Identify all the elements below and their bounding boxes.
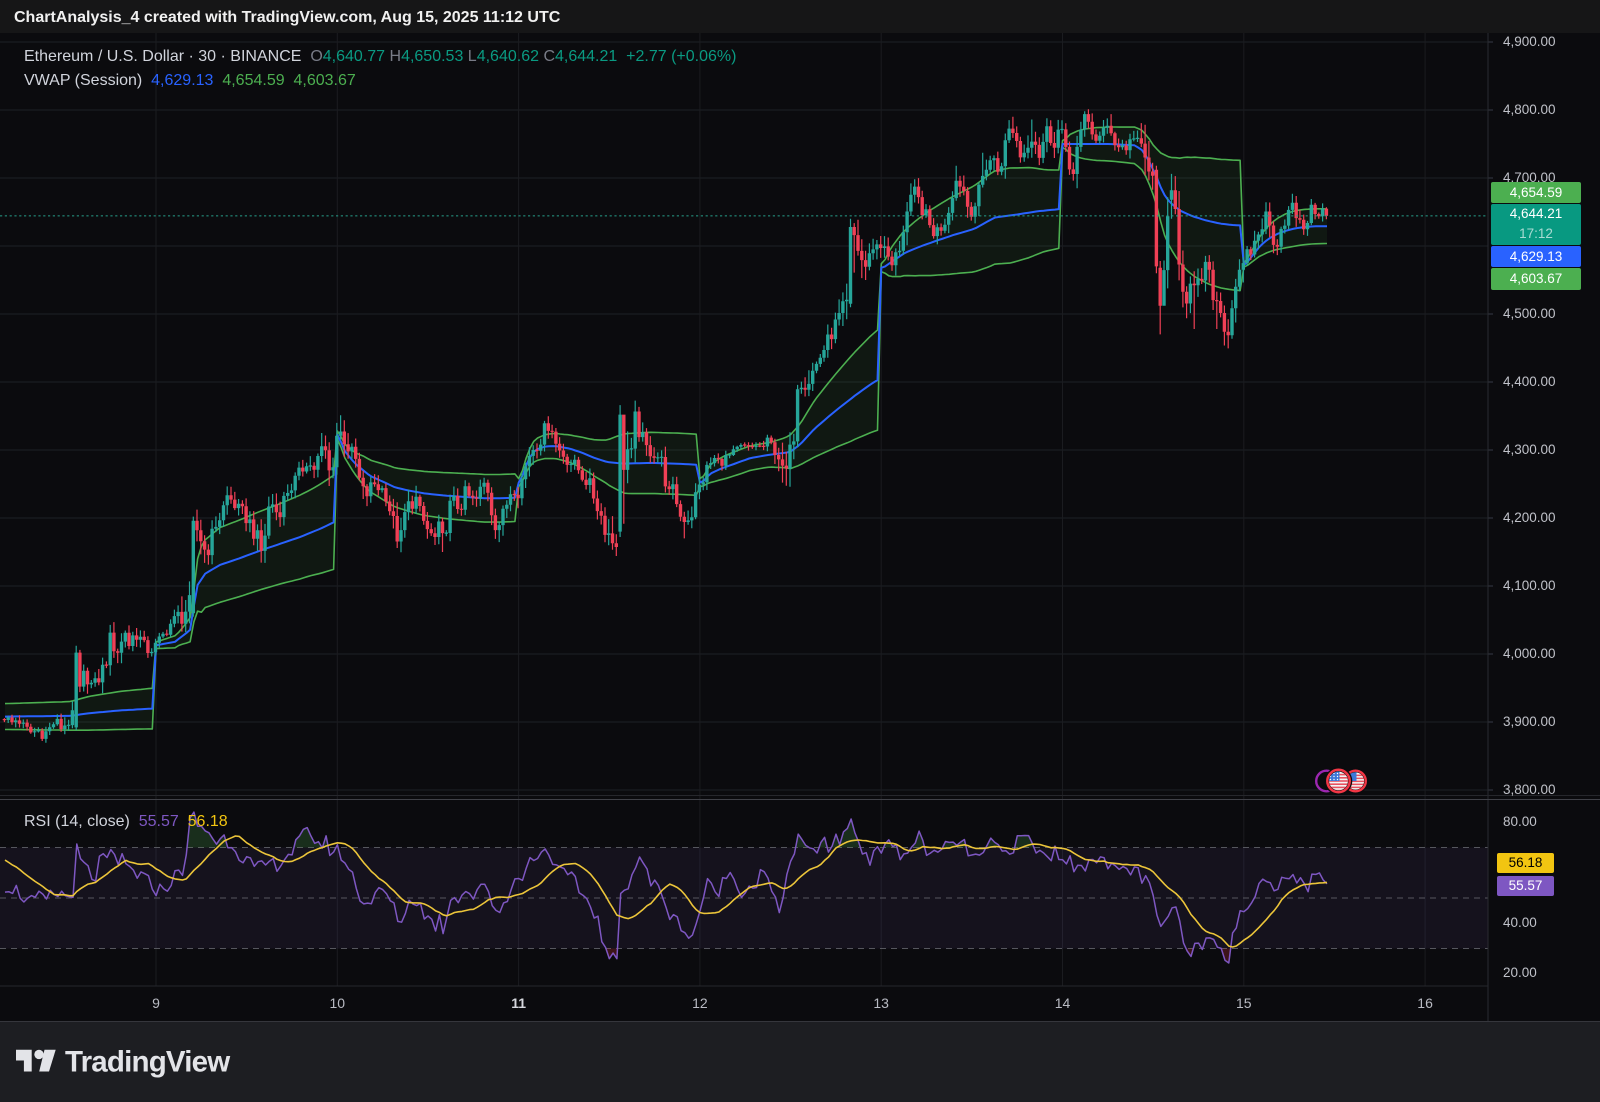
svg-text:TradingView: TradingView (65, 1046, 230, 1079)
